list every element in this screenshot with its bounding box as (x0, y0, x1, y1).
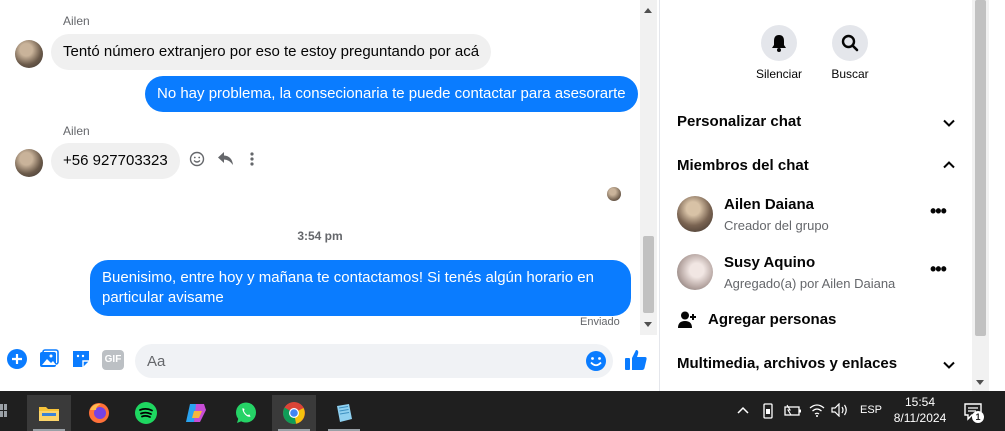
taskbar: ESP 15:54 8/11/2024 1 (0, 391, 1005, 431)
composer: GIF (0, 335, 658, 391)
member-options-button[interactable]: ••• (930, 201, 947, 222)
sender-name: Ailen (63, 124, 90, 138)
scroll-thumb[interactable] (643, 236, 654, 313)
meet-now-icon[interactable] (762, 403, 774, 419)
spotify-icon[interactable] (124, 395, 168, 431)
message-incoming[interactable]: +56 927703323 (51, 143, 180, 179)
battery-icon[interactable] (784, 404, 802, 417)
sender-name: Ailen (63, 14, 90, 28)
member-name[interactable]: Ailen Daiana (724, 196, 814, 213)
scroll-thumb[interactable] (975, 0, 986, 336)
section-customize-chat[interactable]: Personalizar chat (677, 113, 801, 130)
start-icon[interactable] (0, 404, 8, 418)
member-role: Agregado(a) por Ailen Daiana (724, 276, 896, 291)
chevron-up-icon[interactable] (737, 406, 749, 414)
chevron-up-icon[interactable] (942, 158, 956, 172)
chrome-icon[interactable] (272, 395, 316, 431)
section-chat-members[interactable]: Miembros del chat (677, 157, 809, 174)
reply-icon[interactable] (217, 151, 234, 166)
language-indicator[interactable]: ESP (860, 404, 882, 416)
notification-count-badge: 1 (972, 411, 984, 423)
mute-label: Silenciar (755, 67, 803, 81)
thumbs-up-icon[interactable] (624, 348, 648, 372)
scroll-down-icon[interactable] (644, 322, 652, 327)
more-options-icon[interactable] (249, 151, 255, 167)
member-name[interactable]: Susy Aquino (724, 254, 815, 271)
add-person-icon[interactable] (677, 310, 697, 330)
member-avatar[interactable] (677, 254, 713, 290)
gif-button[interactable]: GIF (102, 350, 124, 370)
chevron-down-icon[interactable] (942, 358, 956, 372)
member-options-button[interactable]: ••• (930, 259, 947, 280)
image-icon[interactable] (38, 348, 60, 370)
clock[interactable]: 15:54 8/11/2024 (888, 394, 952, 426)
avatar[interactable] (15, 40, 43, 68)
message-input[interactable] (135, 344, 613, 378)
message-outgoing[interactable]: Buenisimo, entre hoy y mañana te contact… (90, 260, 631, 316)
timestamp: 3:54 pm (297, 229, 343, 243)
firefox-icon[interactable] (77, 395, 121, 431)
message-outgoing[interactable]: No hay problema, la consecionaria te pue… (145, 76, 638, 112)
chat-area: Ailen Tentó número extranjero por eso te… (0, 0, 658, 391)
copilot-icon[interactable] (174, 395, 218, 431)
seen-avatar (607, 187, 621, 201)
search-button[interactable] (832, 25, 868, 61)
clock-time: 15:54 (904, 395, 936, 409)
bell-icon (772, 35, 786, 52)
clock-date: 8/11/2024 (893, 411, 947, 425)
emoji-icon[interactable] (585, 350, 607, 372)
react-emoji-icon[interactable] (189, 151, 205, 167)
notepad-icon[interactable] (322, 395, 366, 431)
wifi-icon[interactable] (809, 403, 825, 417)
whatsapp-icon[interactable] (224, 395, 268, 431)
search-label: Buscar (831, 67, 869, 81)
message-incoming[interactable]: Tentó número extranjero por eso te estoy… (51, 34, 492, 70)
chat-info-panel: Silenciar Buscar Personalizar chat Miemb… (659, 0, 972, 391)
window-edge (989, 0, 1005, 391)
plus-icon[interactable] (6, 348, 28, 370)
panel-scrollbar[interactable] (972, 0, 989, 391)
section-media-files[interactable]: Multimedia, archivos y enlaces (677, 355, 897, 372)
volume-icon[interactable] (831, 403, 849, 417)
file-explorer-icon[interactable] (27, 395, 71, 431)
chat-scrollbar[interactable] (640, 0, 657, 335)
scroll-down-icon[interactable] (976, 380, 984, 385)
search-icon (841, 34, 859, 52)
scroll-up-icon[interactable] (644, 8, 652, 13)
add-people-button[interactable]: Agregar personas (708, 311, 836, 328)
message-status: Enviado (580, 316, 620, 328)
member-role: Creador del grupo (724, 218, 829, 233)
sticker-icon[interactable] (70, 348, 92, 370)
member-avatar[interactable] (677, 196, 713, 232)
chevron-down-icon[interactable] (942, 116, 956, 130)
mute-button[interactable] (761, 25, 797, 61)
avatar[interactable] (15, 149, 43, 177)
